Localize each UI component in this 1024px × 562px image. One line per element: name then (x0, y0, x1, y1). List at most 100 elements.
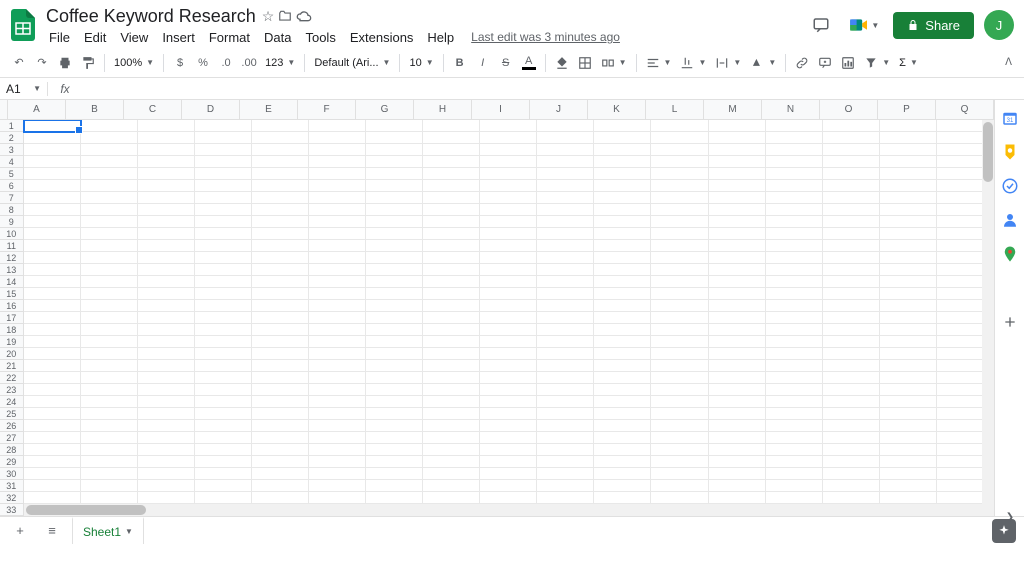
cell[interactable] (766, 348, 823, 360)
cell[interactable] (195, 360, 252, 372)
cell[interactable] (823, 252, 880, 264)
cell[interactable] (309, 216, 366, 228)
cell[interactable] (880, 480, 937, 492)
cell[interactable] (366, 204, 423, 216)
cell[interactable] (252, 372, 309, 384)
cell[interactable] (594, 252, 651, 264)
row-header[interactable]: 21 (0, 360, 24, 372)
cell[interactable] (423, 240, 480, 252)
row-header[interactable]: 14 (0, 276, 24, 288)
cell[interactable] (880, 252, 937, 264)
cell[interactable] (309, 276, 366, 288)
cell[interactable] (709, 276, 766, 288)
cell[interactable] (138, 468, 195, 480)
cell[interactable] (366, 444, 423, 456)
cell[interactable] (766, 360, 823, 372)
cell[interactable] (537, 240, 594, 252)
select-all-corner[interactable] (0, 100, 8, 119)
column-header[interactable]: O (820, 100, 878, 119)
cell[interactable] (766, 480, 823, 492)
cell[interactable] (423, 456, 480, 468)
cell[interactable] (252, 432, 309, 444)
cell[interactable] (423, 396, 480, 408)
cell[interactable] (138, 492, 195, 504)
cell[interactable] (81, 324, 138, 336)
cell[interactable] (823, 468, 880, 480)
cell[interactable] (252, 264, 309, 276)
cell[interactable] (880, 288, 937, 300)
cell[interactable] (537, 312, 594, 324)
cell[interactable] (880, 240, 937, 252)
cell[interactable] (766, 180, 823, 192)
insert-link-button[interactable] (791, 52, 813, 74)
cell[interactable] (709, 348, 766, 360)
row-header[interactable]: 23 (0, 384, 24, 396)
cell[interactable] (252, 336, 309, 348)
cell[interactable] (423, 384, 480, 396)
cell[interactable] (138, 408, 195, 420)
cell[interactable] (594, 360, 651, 372)
cell[interactable] (480, 432, 537, 444)
cell[interactable] (480, 156, 537, 168)
cell[interactable] (651, 396, 708, 408)
cell[interactable] (766, 468, 823, 480)
cell[interactable] (195, 120, 252, 132)
cell[interactable] (252, 360, 309, 372)
maps-icon[interactable] (1000, 244, 1020, 264)
cell[interactable] (24, 144, 81, 156)
cell[interactable] (366, 336, 423, 348)
more-formats-button[interactable]: 123▼ (261, 57, 299, 69)
cell[interactable] (81, 444, 138, 456)
cell[interactable] (480, 396, 537, 408)
cell[interactable] (651, 336, 708, 348)
cell[interactable] (480, 480, 537, 492)
cell[interactable] (651, 432, 708, 444)
cloud-status-icon[interactable] (296, 10, 312, 22)
cell[interactable] (24, 132, 81, 144)
cell[interactable] (24, 216, 81, 228)
cell[interactable] (366, 168, 423, 180)
row-header[interactable]: 17 (0, 312, 24, 324)
cell[interactable] (81, 480, 138, 492)
row-header[interactable]: 22 (0, 372, 24, 384)
cell[interactable] (366, 288, 423, 300)
horizontal-scroll-thumb[interactable] (26, 505, 146, 515)
cell[interactable] (709, 396, 766, 408)
row-header[interactable]: 10 (0, 228, 24, 240)
cell[interactable] (195, 288, 252, 300)
cell[interactable] (138, 204, 195, 216)
cell[interactable] (480, 240, 537, 252)
cell[interactable] (880, 300, 937, 312)
cell[interactable] (195, 228, 252, 240)
cell[interactable] (823, 420, 880, 432)
cell[interactable] (766, 216, 823, 228)
hide-side-panel-button[interactable]: ❯ (1000, 507, 1020, 527)
menu-help[interactable]: Help (420, 28, 461, 47)
cell[interactable] (651, 384, 708, 396)
cell[interactable] (252, 396, 309, 408)
cell[interactable] (24, 120, 81, 132)
cell[interactable] (366, 180, 423, 192)
cell[interactable] (709, 480, 766, 492)
cell[interactable] (709, 216, 766, 228)
cell[interactable] (594, 300, 651, 312)
cell[interactable] (823, 492, 880, 504)
cell[interactable] (709, 420, 766, 432)
cell[interactable] (594, 132, 651, 144)
cell[interactable] (823, 120, 880, 132)
cell[interactable] (537, 492, 594, 504)
cell[interactable] (880, 420, 937, 432)
cell[interactable] (81, 468, 138, 480)
cell[interactable] (252, 348, 309, 360)
column-header[interactable]: G (356, 100, 414, 119)
cell[interactable] (24, 420, 81, 432)
cell[interactable] (766, 288, 823, 300)
cell[interactable] (195, 324, 252, 336)
cell[interactable] (651, 312, 708, 324)
cell[interactable] (594, 396, 651, 408)
cell[interactable] (766, 408, 823, 420)
cell[interactable] (594, 456, 651, 468)
cell[interactable] (823, 324, 880, 336)
column-header[interactable]: F (298, 100, 356, 119)
menu-view[interactable]: View (113, 28, 155, 47)
